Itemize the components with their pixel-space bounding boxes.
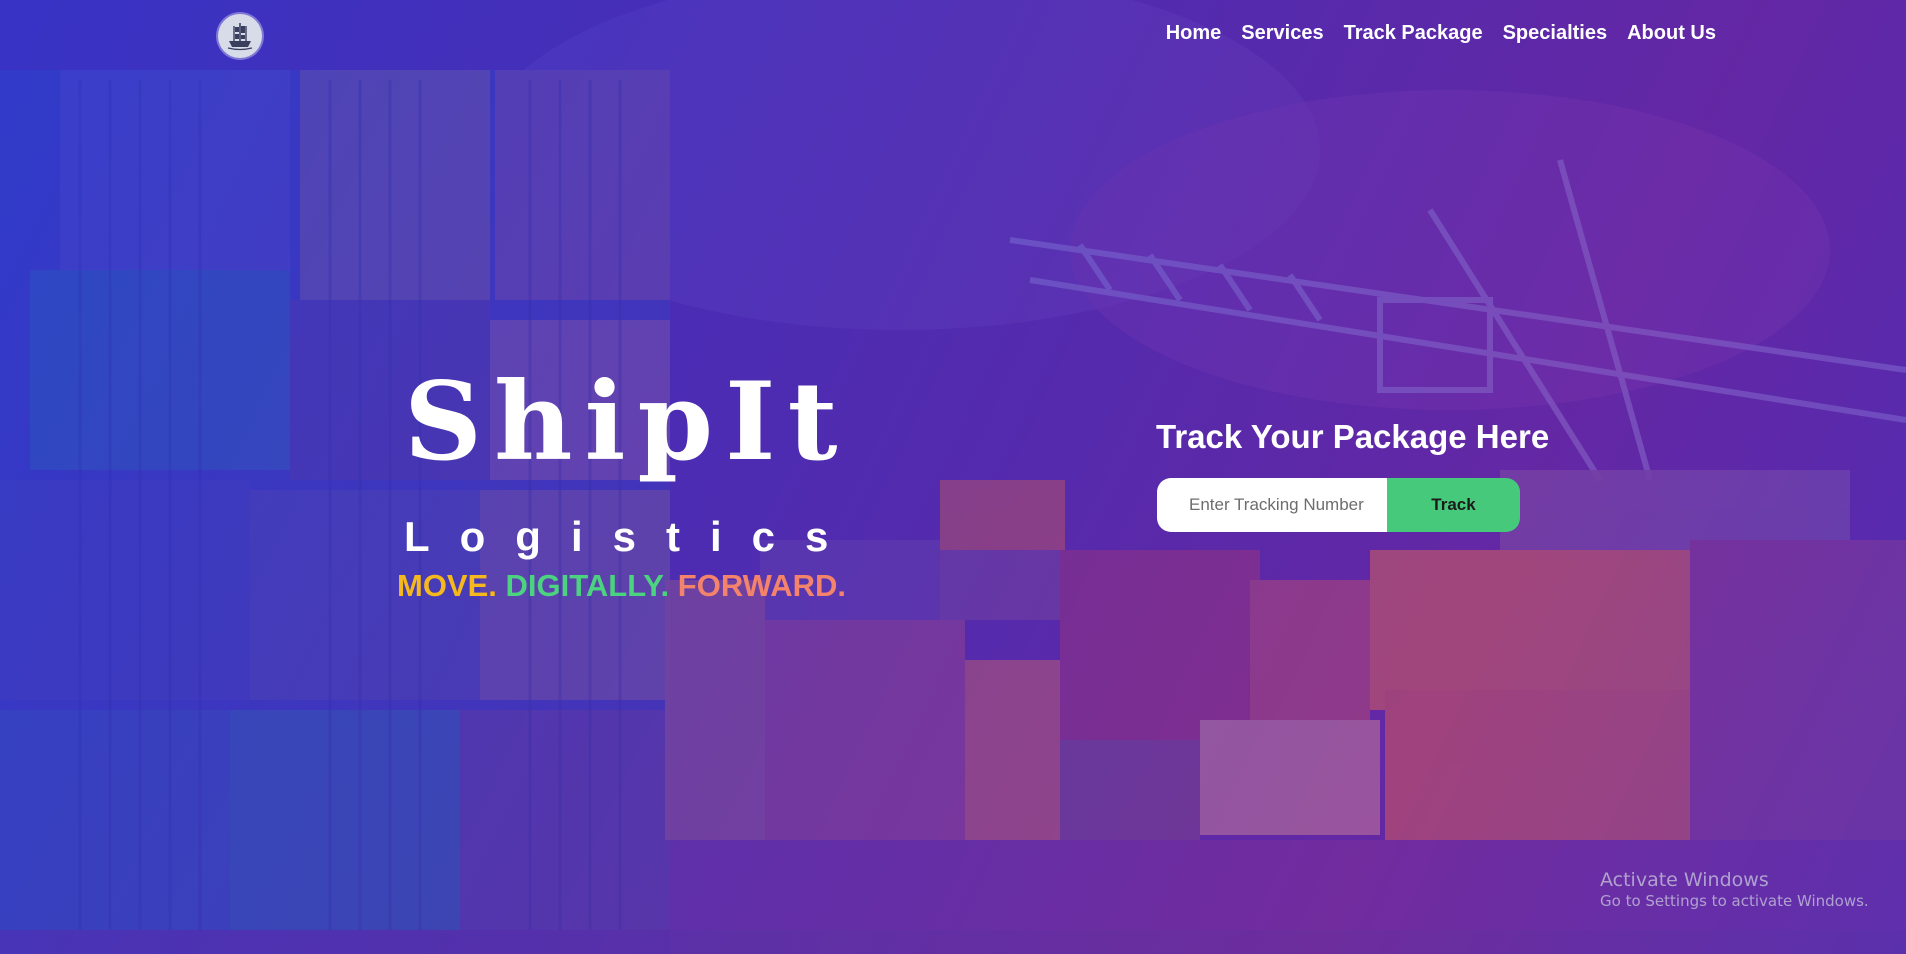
tagline-digitally: DIGITALLY. [505, 568, 670, 603]
nav-link-about-us[interactable]: About Us [1627, 22, 1716, 45]
nav-link-home[interactable]: Home [1166, 22, 1222, 45]
nav-links: Home Services Track Package Specialties … [1166, 22, 1716, 45]
top-navigation: Home Services Track Package Specialties … [0, 0, 1906, 72]
hero-section [0, 0, 1906, 954]
tagline-move: MOVE. [397, 568, 497, 603]
track-form: Track [1157, 478, 1520, 532]
track-heading: Track Your Package Here [1156, 418, 1550, 455]
brand-subtitle: Logistics [404, 513, 859, 560]
ship-icon [227, 23, 253, 51]
nav-link-track-package[interactable]: Track Package [1344, 22, 1483, 45]
nav-link-services[interactable]: Services [1241, 22, 1323, 45]
hero-color-overlay [0, 0, 1906, 954]
ship-logo-icon[interactable] [218, 14, 262, 58]
watermark-title: Activate Windows [1600, 869, 1769, 891]
nav-link-specialties[interactable]: Specialties [1503, 22, 1608, 45]
watermark-subtitle: Go to Settings to activate Windows. [1600, 891, 1869, 910]
tracking-number-input[interactable] [1157, 478, 1387, 532]
track-button[interactable]: Track [1387, 478, 1520, 532]
brand-title: ShipIt [404, 359, 850, 485]
windows-activation-watermark: Activate Windows Go to Settings to activ… [1600, 869, 1869, 911]
tagline: MOVE. DIGITALLY. FORWARD. [397, 570, 846, 601]
tagline-forward: FORWARD. [677, 568, 846, 603]
